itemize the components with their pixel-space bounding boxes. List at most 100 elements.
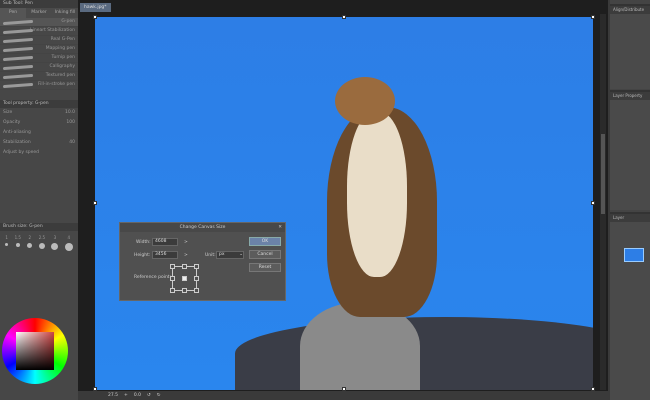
- brush-size-item[interactable]: 1.5: [15, 235, 21, 254]
- zoom-value[interactable]: 27.5: [108, 393, 118, 398]
- brush-item[interactable]: Turnip pen: [0, 54, 78, 63]
- brush-size-value: 4: [67, 235, 71, 240]
- rotate-icon[interactable]: ↺: [147, 393, 151, 398]
- brush-item[interactable]: G-pen: [0, 18, 78, 27]
- chevron-down-icon: ⌄: [239, 252, 243, 257]
- property-value[interactable]: 40: [69, 140, 75, 146]
- brush-stroke-preview: [3, 37, 33, 44]
- brush-name: Real G-Pen: [50, 37, 75, 42]
- canvas-image-hawk[interactable]: [95, 17, 593, 390]
- brush-size-item[interactable]: 2.5: [39, 235, 45, 254]
- reference-point[interactable]: [194, 264, 199, 269]
- rotate-right-icon[interactable]: ↻: [157, 393, 161, 398]
- link-icon[interactable]: >: [184, 240, 188, 245]
- tool-property-title: Tool property: G-pen: [0, 100, 78, 108]
- zoom-in-icon[interactable]: +: [124, 393, 128, 398]
- width-label: Width:: [136, 240, 151, 245]
- subtool-tabs: Pen Marker Inking fill: [0, 8, 78, 18]
- reference-point[interactable]: [182, 264, 187, 269]
- brush-size-item[interactable]: 2: [27, 235, 33, 254]
- tab-marker[interactable]: Marker: [26, 8, 52, 18]
- brush-size-dot: [27, 243, 33, 248]
- property-row[interactable]: Size 10.0: [0, 108, 78, 118]
- brush-item[interactable]: Real G-Pen: [0, 36, 78, 45]
- close-icon[interactable]: ✕: [278, 223, 282, 232]
- property-value[interactable]: 10.0: [65, 110, 75, 116]
- brush-list: G-pen Lineart Stabilization Real G-Pen Mapp…: [0, 18, 78, 90]
- brush-size-dot: [64, 243, 73, 251]
- resize-handle[interactable]: [93, 15, 97, 19]
- unit-select[interactable]: px ⌄: [216, 251, 244, 259]
- dialog-title-bar: Change Canvas Size ✕: [120, 223, 285, 232]
- brush-stroke-preview: [3, 82, 33, 89]
- property-label: Opacity: [3, 120, 21, 125]
- brush-size-dot: [15, 243, 20, 247]
- reference-point[interactable]: [194, 288, 199, 293]
- brush-size-value: 1: [5, 235, 8, 240]
- brush-item[interactable]: Lineart Stabilization: [0, 27, 78, 36]
- brush-name: G-pen: [61, 19, 75, 24]
- scroll-thumb[interactable]: [601, 134, 605, 214]
- property-row[interactable]: Anti-aliasing: [0, 128, 78, 138]
- brush-item[interactable]: Textured pen: [0, 72, 78, 81]
- brush-size-title: Brush size: G-pen: [0, 223, 78, 231]
- brush-name: Fill-in-stroke pen: [37, 82, 75, 87]
- ok-button[interactable]: OK: [249, 237, 281, 246]
- property-value[interactable]: 100: [66, 120, 75, 126]
- change-canvas-size-dialog: Change Canvas Size ✕ Width: 4608 > Height…: [119, 222, 286, 301]
- reference-point[interactable]: [170, 264, 175, 269]
- brush-size-dot: [51, 243, 59, 250]
- brush-name: Mapping pen: [45, 46, 75, 51]
- align-panel-title: Align/Distribute: [610, 6, 650, 14]
- brush-size-item[interactable]: 3: [51, 235, 59, 254]
- link-icon[interactable]: >: [184, 253, 188, 258]
- color-square[interactable]: [16, 332, 54, 370]
- status-bar: 27.5 + 0.0 ↺ ↻: [78, 391, 608, 400]
- tool-property-list: Size 10.0 Opacity 100 Anti-aliasing Stabiliza…: [0, 108, 78, 223]
- brush-item[interactable]: Mapping pen: [0, 45, 78, 54]
- resize-handle[interactable]: [591, 15, 595, 19]
- brush-size-item[interactable]: 1: [5, 235, 9, 254]
- unit-label: Unit:: [205, 253, 216, 258]
- width-input[interactable]: 4608: [152, 238, 178, 246]
- brush-stroke-preview: [3, 28, 33, 35]
- color-wheel[interactable]: [2, 318, 68, 384]
- reference-point[interactable]: [194, 276, 199, 281]
- reset-button[interactable]: Reset: [249, 263, 281, 272]
- brush-name: Turnip pen: [51, 55, 75, 60]
- brush-item[interactable]: Calligraphy: [0, 63, 78, 72]
- left-panel: Sub Tool: Pen Pen Marker Inking fill G-p…: [0, 0, 78, 400]
- brush-stroke-preview: [3, 55, 33, 62]
- angle-value[interactable]: 0.0: [134, 393, 141, 398]
- property-label: Stabilization: [3, 140, 31, 145]
- resize-handle[interactable]: [342, 15, 346, 19]
- resize-handle[interactable]: [591, 201, 595, 205]
- layer-thumbnail[interactable]: [624, 248, 644, 262]
- brush-size-dot: [5, 243, 9, 246]
- dialog-title: Change Canvas Size: [179, 225, 226, 230]
- height-input[interactable]: 3456: [152, 251, 178, 259]
- reference-point[interactable]: [182, 288, 187, 293]
- brush-size-item[interactable]: 4: [64, 235, 73, 254]
- tab-inking-fill[interactable]: Inking fill: [52, 8, 78, 18]
- cancel-button[interactable]: Cancel: [249, 250, 281, 259]
- reference-point-selected[interactable]: [182, 276, 187, 281]
- reference-point[interactable]: [170, 288, 175, 293]
- right-panel: Align/Distribute Layer Property Layer: [610, 0, 650, 400]
- brush-stroke-preview: [3, 73, 33, 80]
- brush-size-dot: [38, 243, 45, 249]
- property-row[interactable]: Opacity 100: [0, 118, 78, 128]
- brush-stroke-preview: [3, 46, 33, 53]
- brush-size-value: 1.5: [14, 235, 21, 240]
- vertical-scrollbar[interactable]: [600, 14, 606, 390]
- brush-item[interactable]: Fill-in-stroke pen: [0, 81, 78, 90]
- document-tab[interactable]: hawk.jpg*: [80, 3, 111, 12]
- brush-size-grid: 1 1.5 2 2.5 3 4: [0, 231, 78, 258]
- layer-panel-title: Layer: [610, 214, 650, 222]
- property-row[interactable]: Adjust by speed: [0, 148, 78, 158]
- resize-handle[interactable]: [93, 201, 97, 205]
- property-row[interactable]: Stabilization 40: [0, 138, 78, 148]
- tab-pen[interactable]: Pen: [0, 8, 26, 18]
- property-label: Adjust by speed: [3, 150, 40, 155]
- reference-point[interactable]: [170, 276, 175, 281]
